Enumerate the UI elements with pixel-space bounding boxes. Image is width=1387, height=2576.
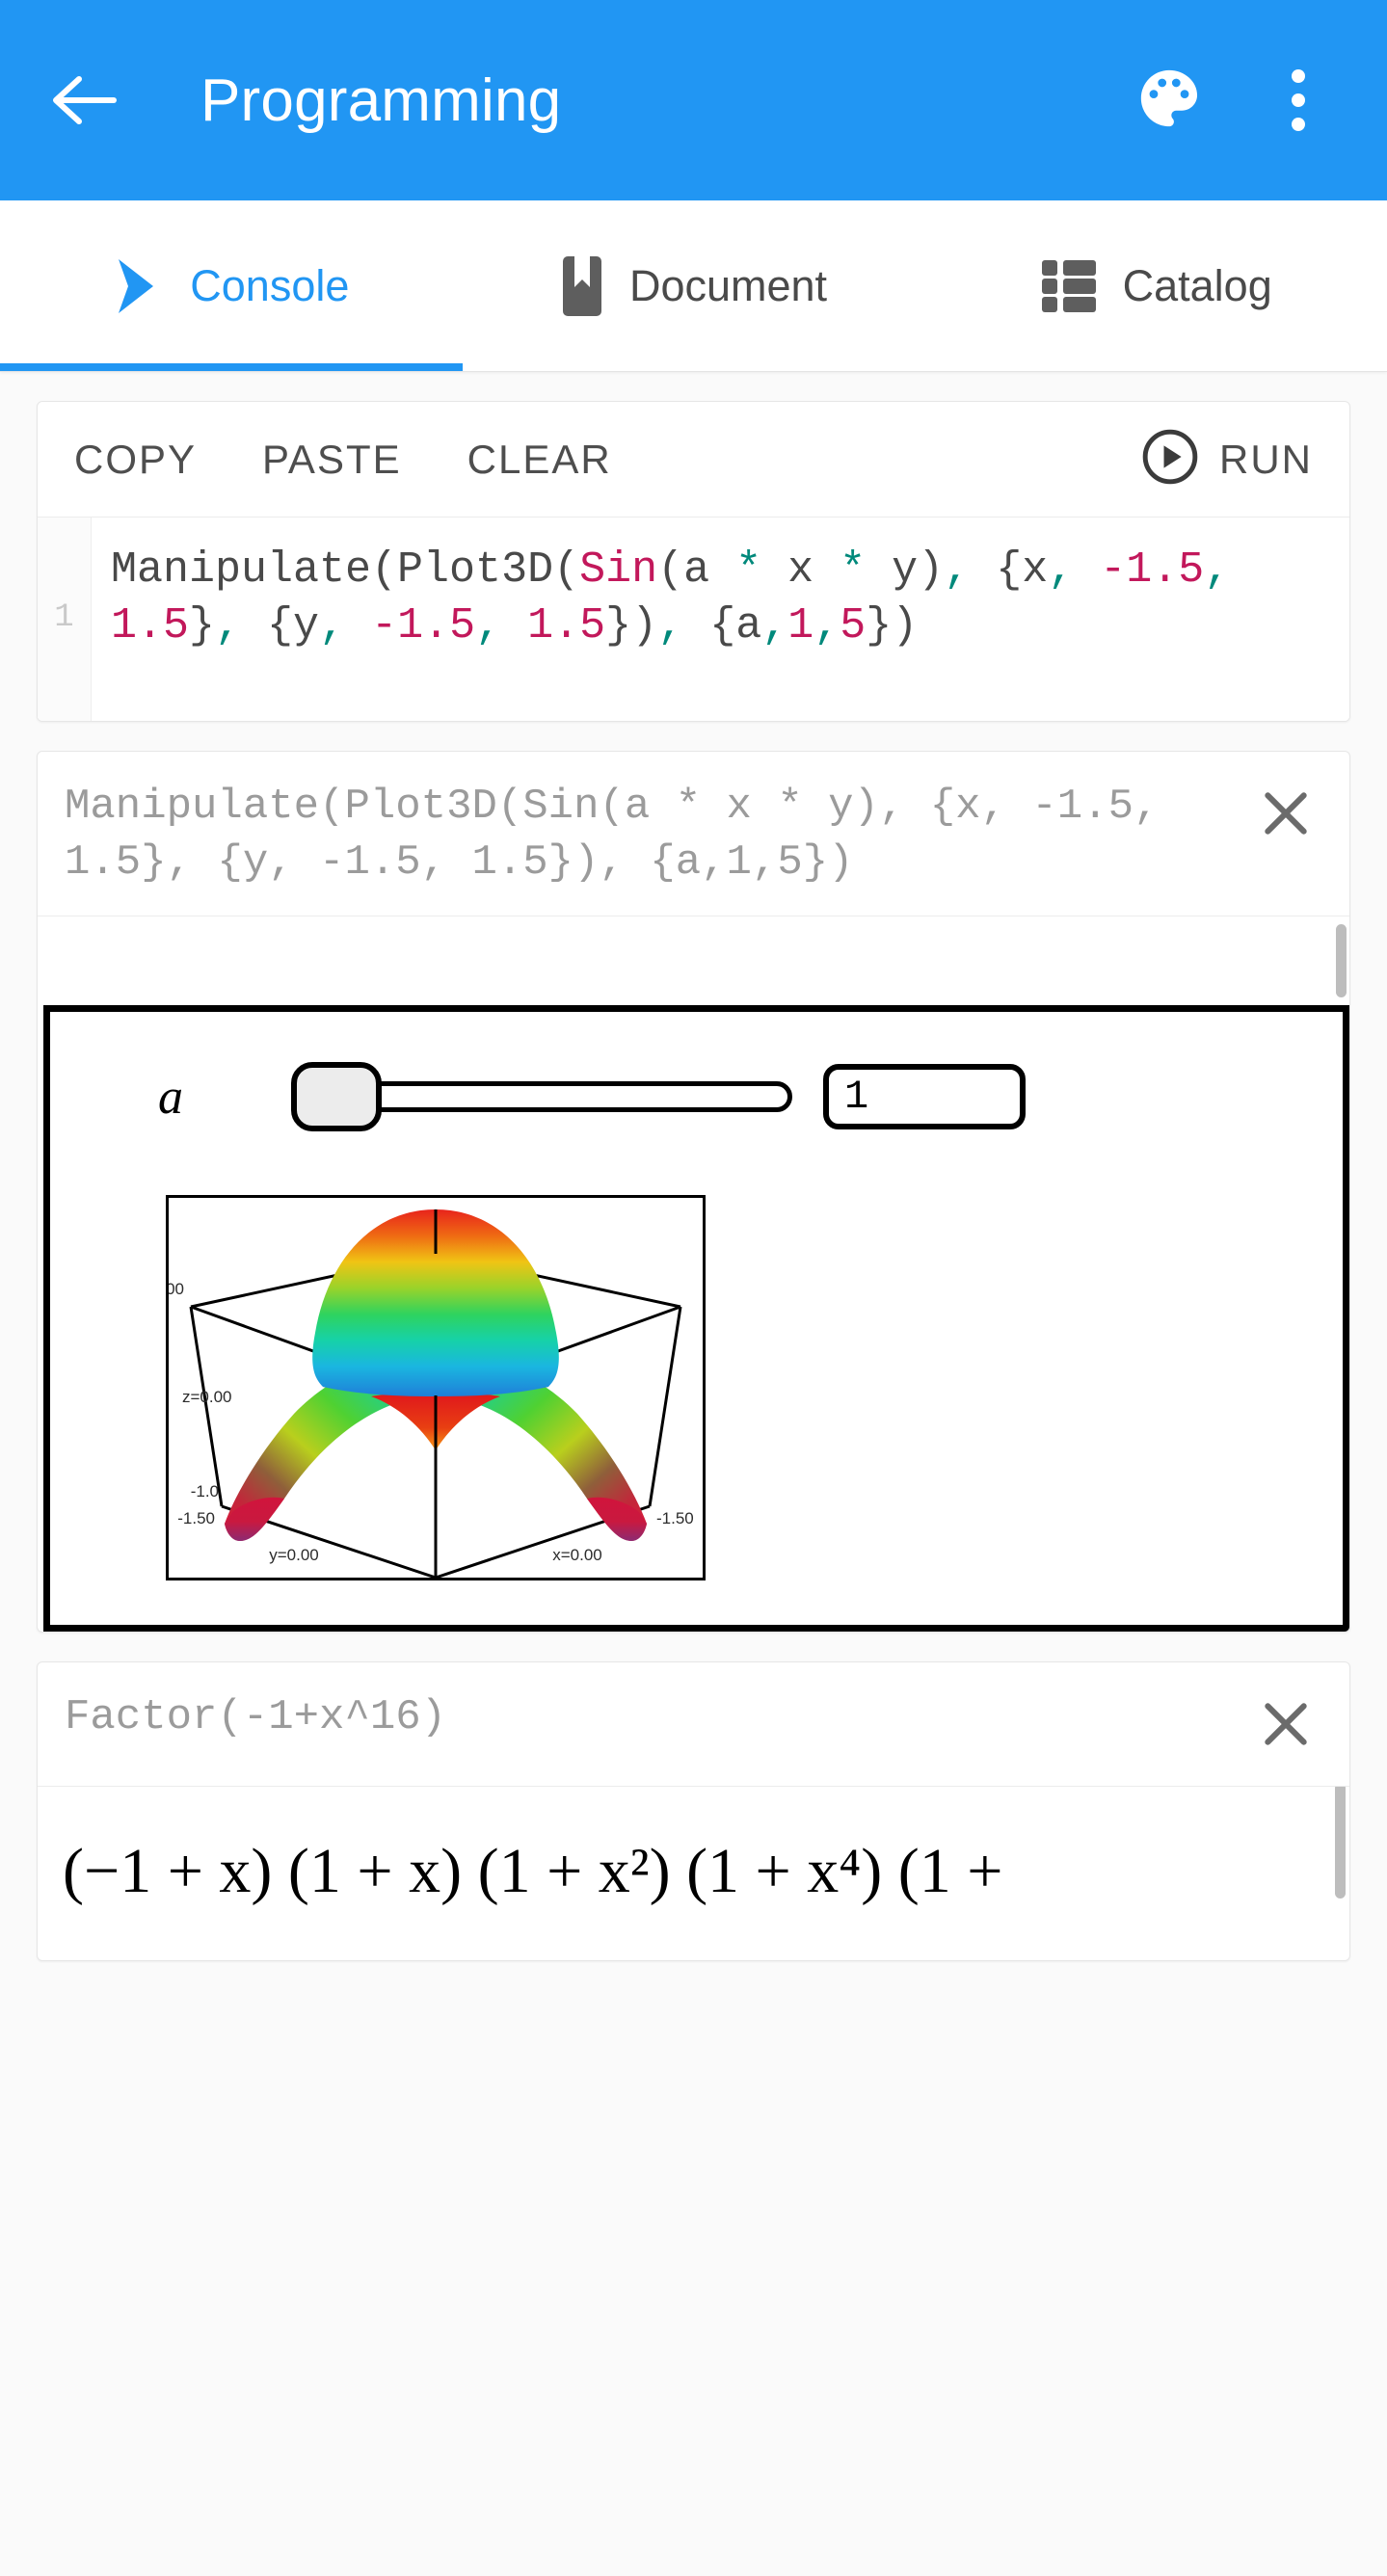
axis-label-y: y=0.00 [269,1546,319,1564]
code-token: }) [866,600,919,651]
theme-palette-button[interactable] [1129,60,1210,141]
close-icon [1259,786,1313,845]
code-input[interactable]: Manipulate(Plot3D(Sin(a * x * y), {x, -1… [92,518,1349,721]
plot3d-surface[interactable]: 1.00 z=0.00 -1.0 -1.50 -1.50 y=0.00 x=0.… [166,1195,706,1581]
axis-label-x: x=0.00 [552,1546,602,1564]
manipulate-control-row: a 1 [50,1012,1343,1132]
run-label: RUN [1219,436,1313,482]
code-token-number: 5 [840,600,867,651]
tab-document-label: Document [628,260,828,310]
back-button[interactable] [39,54,131,146]
parameter-slider[interactable] [291,1062,792,1132]
output-card-factor: Factor(-1+x^16) (−1 + x) (1 + x) (1 + x²… [37,1661,1350,1962]
code-token: {y [241,600,320,651]
close-output-button-factor[interactable] [1251,1691,1320,1761]
code-token: {a [683,600,762,651]
play-circle-icon [1140,427,1200,491]
close-icon [1259,1697,1313,1756]
output-header-factor: Factor(-1+x^16) [38,1662,1349,1788]
factor-result-expression: (−1 + x) (1 + x) (1 + x²) (1 + x⁴) (1 + [63,1837,1320,1907]
tab-catalog-label: Catalog [1122,260,1272,310]
code-token-punct: , [657,600,684,651]
copy-button[interactable]: COPY [74,437,197,483]
run-button[interactable]: RUN [1140,427,1313,491]
tab-console-label: Console [190,260,350,310]
arrow-left-icon [50,73,120,127]
code-token-punct: , [475,600,502,651]
console-content: COPY PASTE CLEAR RUN 1 Manipulate(Plot3D… [0,401,1387,1962]
code-token: y) [866,545,945,595]
list-icon [1040,256,1098,316]
manipulate-frame: a 1 0 z=0.00 -1.0 -1.50 -1.50 y=0.00 x=0… [43,1005,1349,1633]
slider-parameter-label: a [158,1069,183,1125]
code-token: } [189,600,216,651]
paste-button[interactable]: PASTE [262,437,402,483]
chevron-right-icon [113,256,165,316]
plot3d-svg: 1.00 z=0.00 -1.0 -1.50 -1.50 y=0.00 x=0.… [169,1198,703,1579]
tab-catalog[interactable]: Catalog [924,200,1387,371]
tab-bar: Console Document Catalog [0,200,1387,372]
code-token: {x [970,545,1049,595]
slider-value-field[interactable]: 1 [823,1064,1026,1130]
close-output-button[interactable] [1251,781,1320,850]
output-card-manipulate: Manipulate(Plot3D(Sin(a * x * y), {x, -1… [37,751,1350,1633]
factor-term: (−1 + x) [63,1836,273,1907]
code-token-operator: * [735,545,762,595]
code-token-number: 1 [787,600,814,651]
output-expression-factor: Factor(-1+x^16) [65,1693,447,1742]
code-token: (a [657,545,736,595]
code-token-operator: * [840,545,867,595]
factor-term: (1 + x) [287,1836,463,1907]
output-scroll-area[interactable] [38,916,1349,1006]
code-token: }) [605,600,658,651]
code-token-punct: , [944,545,971,595]
axis-label-z-bottom: -1.0 [191,1482,219,1500]
clear-button[interactable]: CLEAR [467,437,612,483]
code-token-punct: , [319,600,346,651]
output-header: Manipulate(Plot3D(Sin(a * x * y), {x, -1… [38,752,1349,917]
slider-thumb[interactable] [291,1062,382,1132]
code-token-punct: , [215,600,242,651]
vertical-scrollbar-factor[interactable] [1335,1787,1346,1899]
app-bar-actions [1129,60,1348,141]
code-token-number: -1.5 [1100,545,1205,595]
slider-track[interactable] [330,1081,792,1113]
line-number-gutter: 1 [38,518,92,722]
overflow-menu-button[interactable] [1258,60,1339,141]
editor-toolbar: COPY PASTE CLEAR RUN [38,402,1349,518]
factor-result-area[interactable]: (−1 + x) (1 + x) (1 + x²) (1 + x⁴) (1 + [38,1787,1349,1960]
axis-label-y-corner: -1.50 [177,1509,215,1527]
axis-label-z-mid: z=0.00 [182,1388,232,1406]
vertical-scrollbar[interactable] [1336,924,1347,998]
code-token-number: 1.5 [527,600,606,651]
bookmark-icon [560,254,604,318]
code-editor-body[interactable]: 1 Manipulate(Plot3D(Sin(a * x * y), {x, … [38,518,1349,722]
factor-term: (1 + x²) [477,1836,671,1907]
code-token-punct: , [1204,545,1231,595]
code-token-function: Sin [579,545,658,595]
code-token-number: 1.5 [111,600,190,651]
palette-icon [1135,65,1203,137]
code-token-punct: , [814,600,840,651]
tab-document[interactable]: Document [463,200,925,371]
page-title: Programming [200,66,562,134]
output-expression: Manipulate(Plot3D(Sin(a * x * y), {x, -1… [65,783,1185,888]
app-bar: Programming [0,0,1387,200]
axis-label-z-top: 1.00 [169,1280,184,1298]
code-token: x [761,545,840,595]
code-token-punct: , [1048,545,1075,595]
axis-label-x-corner: -1.50 [656,1509,694,1527]
code-token: Manipulate(Plot3D( [111,545,580,595]
code-token-punct: , [761,600,788,651]
more-vertical-icon [1292,69,1305,131]
factor-term: (1 + [897,1836,1003,1907]
code-token-number: -1.5 [371,600,476,651]
tab-console[interactable]: Console [0,200,463,371]
code-editor-card: COPY PASTE CLEAR RUN 1 Manipulate(Plot3D… [37,401,1350,723]
factor-term: (1 + x⁴) [686,1836,883,1907]
